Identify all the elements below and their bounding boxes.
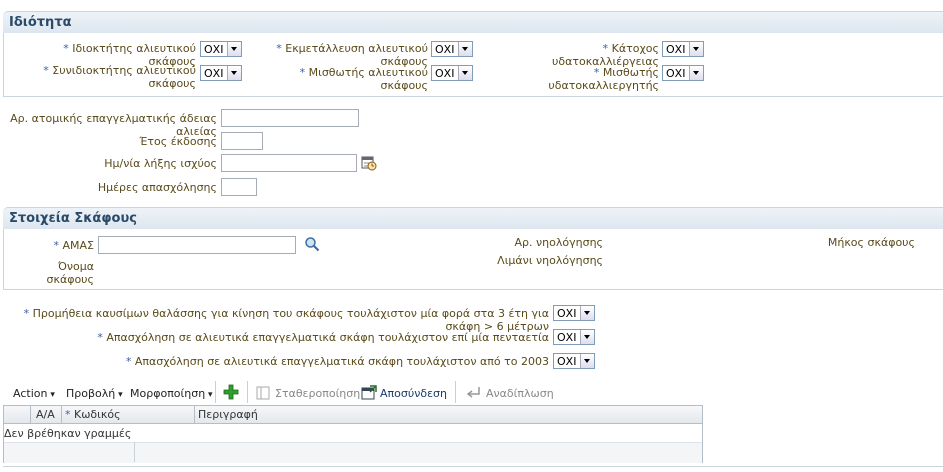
ownership-panel-border bbox=[3, 33, 943, 97]
column-header-aa[interactable]: Α/Α bbox=[36, 408, 55, 421]
calendar-icon[interactable] bbox=[361, 155, 377, 171]
search-icon[interactable] bbox=[304, 236, 320, 252]
amas-input[interactable] bbox=[98, 236, 296, 254]
detach-button[interactable]: Αποσύνδεση bbox=[380, 387, 447, 400]
action-menu[interactable]: Action bbox=[13, 387, 55, 400]
add-icon[interactable] bbox=[222, 383, 240, 401]
freeze-button[interactable]: Σταθεροποίηση bbox=[275, 387, 360, 400]
format-menu[interactable]: Μορφοποίηση bbox=[130, 387, 213, 400]
chevron-down-icon bbox=[580, 354, 594, 368]
view-menu[interactable]: Προβολή bbox=[66, 387, 123, 400]
vessel-name-label: Όνομα σκάφους bbox=[46, 260, 94, 286]
toolbar-divider bbox=[215, 381, 216, 403]
section-vessel-header: Στοιχεία Σκάφους bbox=[3, 207, 943, 229]
expiry-date-label: Ημ/νία λήξης ισχύος bbox=[104, 157, 217, 170]
five-year-employment-label: * Απασχόληση σε αλιευτικά επαγγελματικά … bbox=[97, 331, 549, 344]
chevron-down-icon bbox=[580, 306, 594, 320]
since-2003-employment-label: * Απασχόληση σε αλιευτικά επαγγελματικά … bbox=[125, 355, 549, 368]
freeze-icon bbox=[256, 386, 270, 400]
wrap-button[interactable]: Αναδίπλωση bbox=[486, 387, 554, 400]
column-divider bbox=[134, 442, 135, 462]
table-header: Α/Α * Κωδικός Περιγραφή bbox=[4, 406, 702, 424]
column-divider bbox=[194, 406, 195, 423]
table-footer-row bbox=[4, 442, 702, 463]
chevron-down-icon bbox=[580, 330, 594, 344]
issue-year-input[interactable] bbox=[221, 132, 263, 150]
empty-table-message: Δεν βρέθηκαν γραμμές bbox=[4, 427, 132, 440]
results-table: Α/Α * Κωδικός Περιγραφή Δεν βρέθηκαν γρα… bbox=[3, 405, 703, 463]
section-ownership-header: Ιδιότητα bbox=[3, 11, 943, 33]
vessel-length-label: Μήκος σκάφους bbox=[827, 236, 915, 249]
expiry-date-input[interactable] bbox=[221, 154, 357, 172]
fuel-supply-label: * Προμήθεια καυσίμων θαλάσσης για κίνηση… bbox=[23, 307, 549, 333]
employment-days-input[interactable] bbox=[221, 178, 257, 196]
employment-days-label: Ημέρες απασχόλησης bbox=[97, 181, 217, 194]
five-year-employment-select[interactable]: ΟΧΙ bbox=[553, 329, 595, 345]
amas-label: * ΑΜΑΣ bbox=[53, 239, 95, 252]
toolbar-divider bbox=[247, 381, 248, 403]
since-2003-employment-select[interactable]: ΟΧΙ bbox=[553, 353, 595, 369]
column-header-code[interactable]: * Κωδικός bbox=[65, 408, 121, 421]
license-number-input[interactable] bbox=[221, 109, 359, 127]
column-divider bbox=[30, 406, 31, 423]
column-header-description[interactable]: Περιγραφή bbox=[198, 408, 258, 421]
fuel-supply-select[interactable]: ΟΧΙ bbox=[553, 305, 595, 321]
detach-icon bbox=[361, 385, 377, 400]
section-title: Στοιχεία Σκάφους bbox=[9, 211, 137, 226]
toolbar-divider bbox=[455, 381, 456, 403]
wrap-icon bbox=[466, 387, 480, 398]
registry-port-label: Λιμάνι νηολόγησης bbox=[497, 254, 603, 267]
column-divider bbox=[61, 406, 62, 423]
bottom-divider bbox=[3, 466, 943, 467]
registry-number-label: Αρ. νηολόγησης bbox=[514, 236, 603, 249]
section-title: Ιδιότητα bbox=[9, 15, 72, 30]
issue-year-label: Έτος έκδοσης bbox=[139, 135, 217, 148]
